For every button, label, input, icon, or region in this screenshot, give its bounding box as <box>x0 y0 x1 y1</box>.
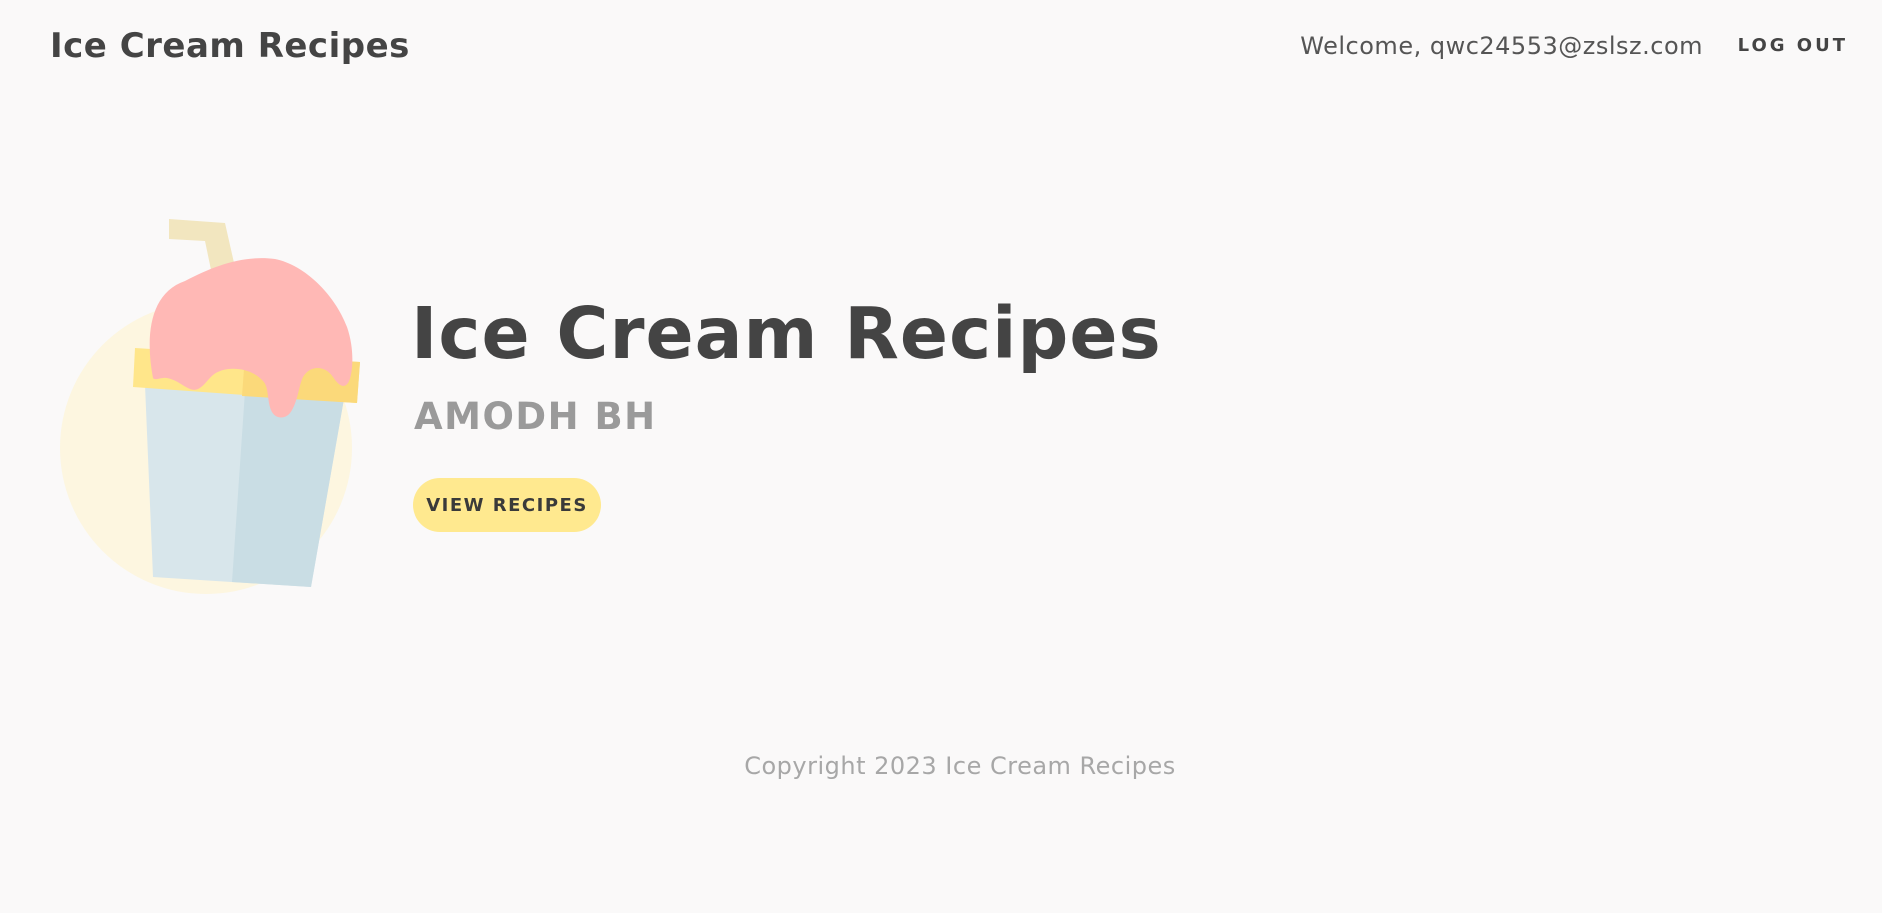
view-recipes-button[interactable]: VIEW RECIPES <box>413 478 601 532</box>
welcome-message: Welcome, qwc24553@zslsz.com <box>1300 32 1703 60</box>
logout-link[interactable]: LOG OUT <box>1738 35 1848 56</box>
hero-subtitle: AMODH BH <box>414 395 657 438</box>
footer-copyright: Copyright 2023 Ice Cream Recipes <box>744 752 1176 780</box>
navbar: Ice Cream Recipes Welcome, qwc24553@zsls… <box>0 0 1882 96</box>
hero-title: Ice Cream Recipes <box>411 292 1162 375</box>
ice-cream-cup-icon <box>55 215 365 595</box>
brand-logo-link[interactable]: Ice Cream Recipes <box>50 26 410 66</box>
